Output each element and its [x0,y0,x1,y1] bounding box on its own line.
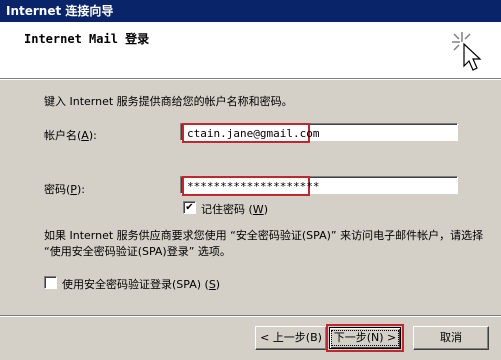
wizard-content: 键入 Internet 服务提供商给您的帐户名称和密码。 帐户名(A): cta… [0,80,501,310]
instruction-text: 键入 Internet 服务提供商给您的帐户名称和密码。 [44,95,293,108]
spa-checkbox[interactable] [44,276,57,289]
title-bar: Internet 连接向导 [0,0,501,22]
remember-password-label[interactable]: 记住密码 (W) [201,201,268,217]
spa-description: 如果 Internet 服务供应商要求您使用 “安全密码验证(SPA)” 来访问… [44,229,484,258]
spa-checkbox-label[interactable]: 使用安全密码验证登录(SPA) (S) [62,276,220,292]
checkmark-icon: ✔ [185,202,194,213]
password-input[interactable]: ******************** [182,176,319,196]
back-button[interactable]: < 上一步(B) [255,326,327,350]
next-button[interactable]: 下一步(N) > [329,327,401,349]
next-button-label: 下一步(N) > [330,330,400,346]
account-name-label: 帐户名(A): [44,129,97,142]
remember-password-checkbox[interactable]: ✔ [183,201,196,214]
password-label: 密码(P): [44,183,85,196]
footer-divider-highlight [0,316,501,317]
window-title: Internet 连接向导 [6,4,114,18]
page-title: Internet Mail 登录 [24,32,150,46]
wizard-window: Internet 连接向导 Internet Mail 登录 键入 Intern… [0,0,501,360]
wizard-header: Internet Mail 登录 [0,22,501,79]
wizard-sparkle-cursor-icon [452,32,482,71]
cancel-button[interactable]: 取消 [413,326,489,350]
account-name-input[interactable]: ctain.jane@gmail.com [182,123,319,143]
